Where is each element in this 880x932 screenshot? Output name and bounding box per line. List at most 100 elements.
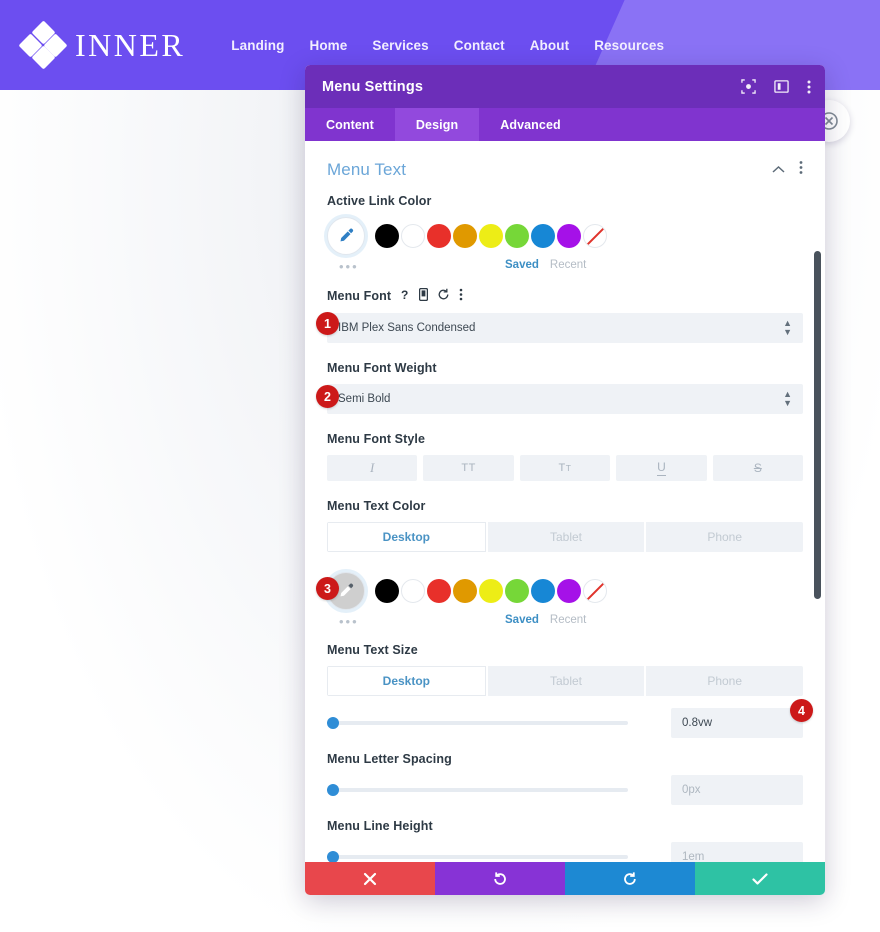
swatch-transparent[interactable] [583, 224, 607, 248]
annotation-badge-4: 4 [790, 699, 813, 722]
swatch-white[interactable] [401, 579, 425, 603]
slider-knob[interactable] [327, 851, 339, 862]
mobile-icon[interactable] [419, 287, 429, 304]
nav-link-landing[interactable]: Landing [231, 38, 284, 53]
tab-content[interactable]: Content [305, 108, 395, 141]
eyedropper-icon[interactable] [327, 217, 365, 255]
device-tab-tablet[interactable]: Tablet [487, 666, 645, 696]
label-menu-font-style: Menu Font Style [327, 432, 426, 446]
tab-design[interactable]: Design [394, 108, 480, 141]
italic-button[interactable]: I [327, 455, 418, 481]
redo-button[interactable] [565, 862, 695, 895]
slider-knob[interactable] [327, 717, 339, 729]
menu-font-label-icons: ? [401, 287, 463, 304]
underline-button[interactable]: U [616, 455, 707, 481]
field-menu-text-color: Menu Text Color Desktop Tablet Phone •••… [316, 499, 803, 629]
swatch-transparent[interactable] [583, 579, 607, 603]
menu-font-select[interactable]: IBM Plex Sans Condensed ▲ ▼ [327, 313, 803, 343]
modal-footer [305, 862, 825, 895]
menu-letter-spacing-input[interactable]: 0px [671, 775, 803, 805]
palette-subrow: ••• Saved Recent [327, 614, 803, 629]
device-tab-desktop[interactable]: Desktop [327, 666, 486, 696]
swatch-yellow[interactable] [479, 224, 503, 248]
swatch-black[interactable] [375, 224, 399, 248]
swatch-orange[interactable] [453, 579, 477, 603]
modal-scrollbar-thumb[interactable] [814, 251, 821, 599]
help-icon[interactable]: ? [401, 288, 410, 304]
chevron-updown-icon: ▲ ▼ [783, 389, 792, 408]
strikethrough-button[interactable]: S [712, 455, 804, 481]
swatch-green[interactable] [505, 224, 529, 248]
palette-tab-recent[interactable]: Recent [550, 259, 586, 271]
menu-letter-spacing-slider[interactable] [327, 784, 628, 796]
modal-titlebar-actions [741, 79, 811, 95]
undo-button[interactable] [435, 862, 565, 895]
swatch-yellow[interactable] [479, 579, 503, 603]
more-colors-icon[interactable]: ••• [339, 260, 359, 273]
label-menu-font-weight: Menu Font Weight [327, 361, 437, 375]
slider-knob[interactable] [327, 784, 339, 796]
label-menu-text-size: Menu Text Size [327, 643, 418, 657]
field-menu-font-style: Menu Font Style I TT TT U S [327, 432, 804, 481]
chevron-up-icon[interactable] [772, 161, 785, 179]
kebab-menu-icon[interactable] [799, 160, 803, 180]
swatch-black[interactable] [375, 579, 399, 603]
modal-tabs: Content Design Advanced [305, 108, 825, 141]
reset-icon[interactable] [437, 288, 450, 304]
swatch-white[interactable] [401, 224, 425, 248]
panel-layout-icon[interactable] [774, 79, 789, 94]
swatch-red[interactable] [427, 224, 451, 248]
nav-links: Landing Home Services Contact About Reso… [231, 38, 664, 53]
settings-content: Menu Text Active Link Color ••• Saved Re… [305, 141, 825, 862]
swatch-blue[interactable] [531, 224, 555, 248]
menu-settings-modal: Menu Settings Content Design Advanced Me… [305, 65, 825, 895]
palette-tab-saved[interactable]: Saved [505, 259, 539, 271]
kebab-menu-icon[interactable] [807, 79, 811, 95]
swatch-purple[interactable] [557, 224, 581, 248]
label-menu-letter-spacing: Menu Letter Spacing [327, 752, 452, 766]
save-button[interactable] [695, 862, 825, 895]
device-tab-tablet[interactable]: Tablet [487, 522, 645, 552]
device-tab-desktop[interactable]: Desktop [327, 522, 486, 552]
section-header-actions [772, 160, 803, 180]
more-colors-icon[interactable]: ••• [339, 615, 359, 628]
nav-link-services[interactable]: Services [372, 38, 428, 53]
swatch-green[interactable] [505, 579, 529, 603]
site-logo[interactable]: INNER [18, 20, 186, 70]
palette-tab-saved[interactable]: Saved [505, 614, 539, 626]
menu-line-height-slider-row: 1em [327, 842, 803, 862]
menu-text-size-slider[interactable] [327, 717, 628, 729]
target-focus-icon[interactable] [741, 79, 756, 94]
brand-name: INNER [75, 26, 186, 63]
smallcaps-button[interactable]: TT [519, 455, 611, 481]
label-menu-line-height: Menu Line Height [327, 819, 433, 833]
page-root: INNER Landing Home Services Contact Abou… [0, 0, 880, 932]
section-header-menu-text: Menu Text [327, 141, 803, 194]
nav-link-contact[interactable]: Contact [454, 38, 505, 53]
device-tab-phone[interactable]: Phone [646, 666, 803, 696]
swatch-purple[interactable] [557, 579, 581, 603]
kebab-menu-icon[interactable] [459, 288, 463, 304]
font-style-buttons: I TT TT U S [327, 455, 804, 481]
uppercase-button[interactable]: TT [423, 455, 514, 481]
nav-link-about[interactable]: About [530, 38, 569, 53]
tab-advanced[interactable]: Advanced [479, 108, 582, 141]
nav-link-home[interactable]: Home [309, 38, 347, 53]
swatch-blue[interactable] [531, 579, 555, 603]
nav-link-resources[interactable]: Resources [594, 38, 664, 53]
annotation-badge-1: 1 [316, 312, 339, 335]
swatch-orange[interactable] [453, 224, 477, 248]
menu-line-height-slider[interactable] [327, 851, 628, 862]
modal-titlebar: Menu Settings [305, 65, 825, 108]
field-menu-font: Menu Font ? IBM Plex Sans Condensed ▲ ▼ … [316, 287, 803, 343]
menu-font-weight-select[interactable]: Semi Bold ▲ ▼ [327, 384, 803, 414]
menu-line-height-input[interactable]: 1em [671, 842, 803, 862]
device-tab-phone[interactable]: Phone [646, 522, 803, 552]
redo-icon [624, 871, 636, 885]
cancel-button[interactable] [305, 862, 435, 895]
menu-text-size-input[interactable]: 0.8vw [671, 708, 803, 738]
swatch-red[interactable] [427, 579, 451, 603]
close-x-icon [363, 872, 377, 885]
svg-text:?: ? [401, 288, 408, 301]
palette-tab-recent[interactable]: Recent [550, 614, 586, 626]
